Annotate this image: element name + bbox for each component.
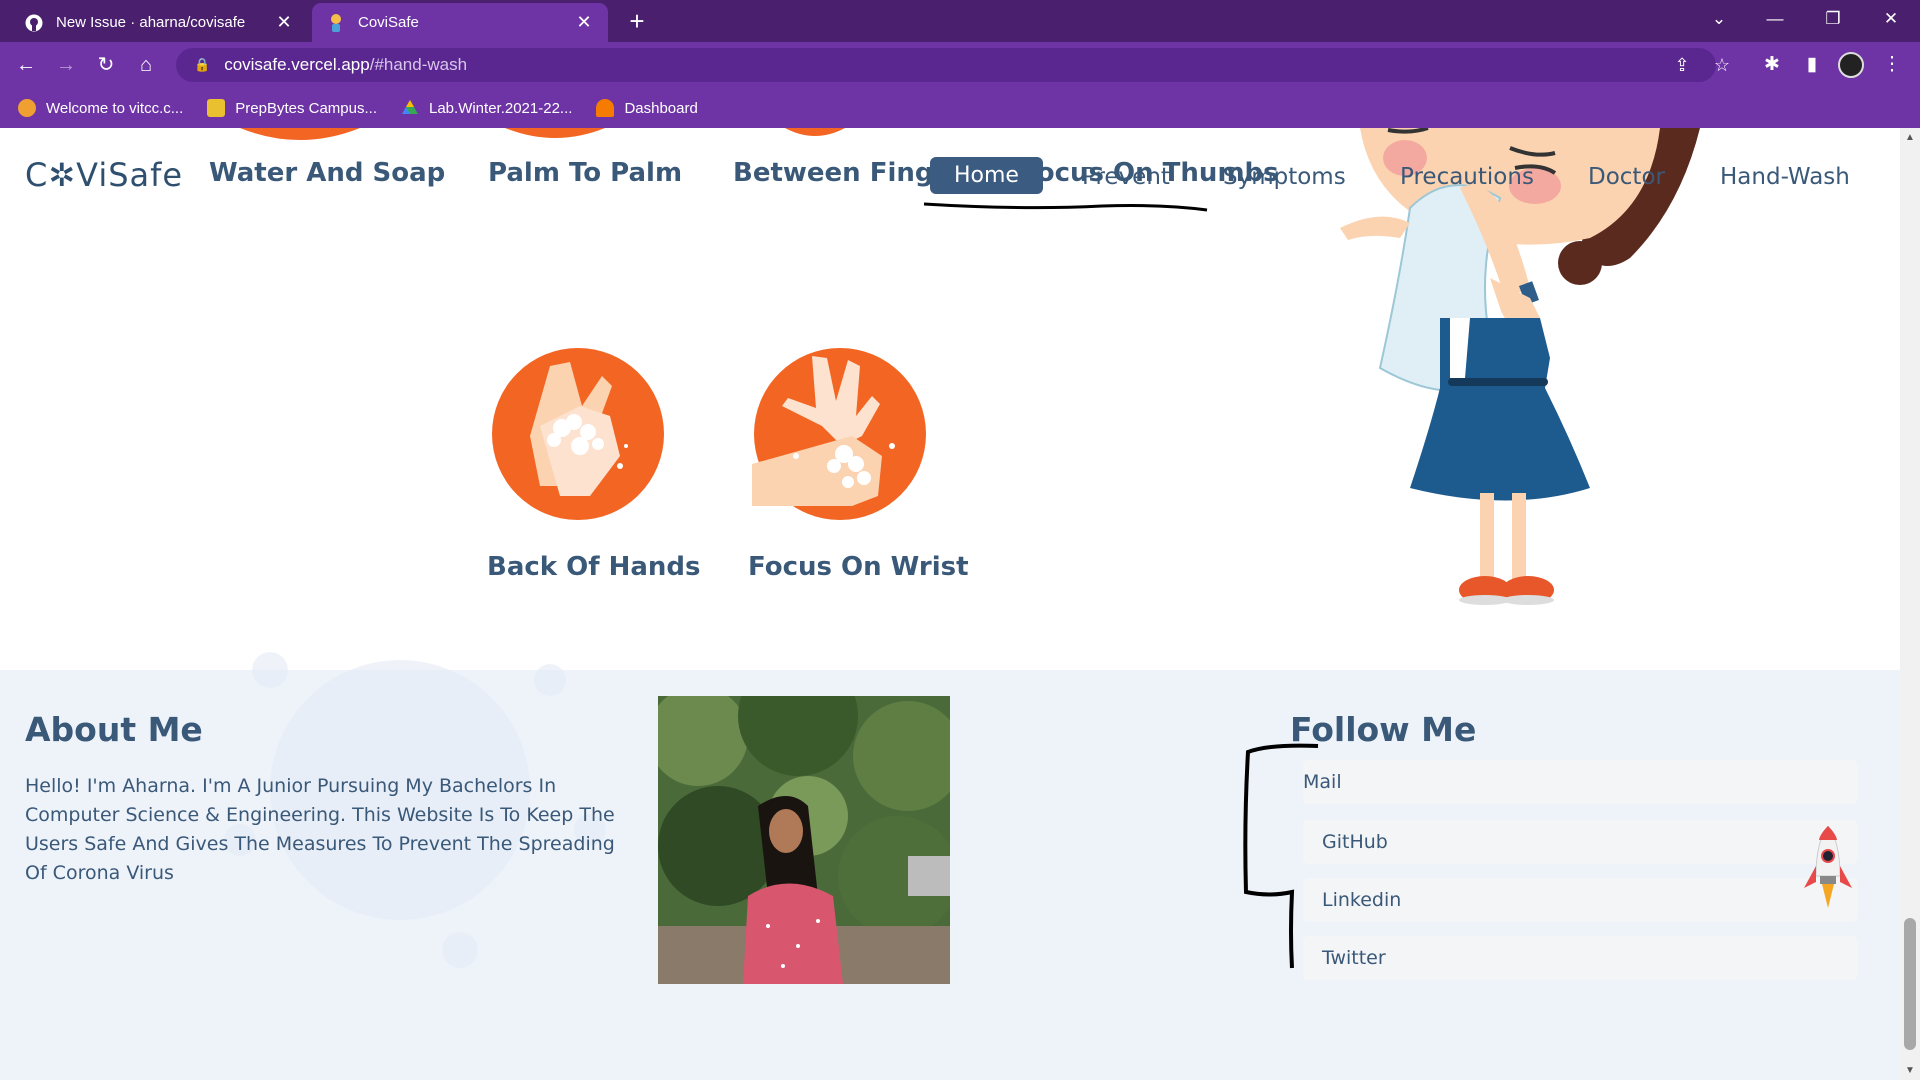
prepbytes-icon <box>207 99 226 117</box>
browser-tab-bar: New Issue · aharna/covisafe ✕ CoviSafe ✕… <box>0 0 1920 42</box>
follow-link-linkedin[interactable]: Linkedin <box>1303 878 1858 922</box>
nav-hand-wash[interactable]: Hand-Wash <box>1720 164 1850 190</box>
tab-new-issue[interactable]: New Issue · aharna/covisafe ✕ <box>10 3 308 42</box>
bookmark-vitcc[interactable]: Welcome to vitcc.c... <box>18 99 183 117</box>
menu-icon[interactable]: ⋮ <box>1876 49 1908 81</box>
tab-covisafe[interactable]: CoviSafe ✕ <box>312 3 608 42</box>
scroll-up-icon[interactable]: ▲ <box>1900 132 1920 143</box>
minimize-button[interactable]: — <box>1752 0 1798 40</box>
about-me-text: Hello! I'm Aharna. I'm A Junior Pursuing… <box>25 775 615 884</box>
bookmark-star-icon[interactable]: ☆ <box>1706 49 1738 81</box>
bookmark-dashboard[interactable]: Dashboard <box>596 99 698 117</box>
lock-icon: 🔒 <box>194 57 211 72</box>
close-window-button[interactable]: ✕ <box>1868 0 1914 40</box>
address-bar[interactable]: 🔒 covisafe.vercel.app/#hand-wash <box>176 48 1716 82</box>
bookmark-prepbytes[interactable]: PrepBytes Campus... <box>207 99 377 117</box>
dashboard-icon <box>596 99 615 117</box>
home-icon[interactable]: ⌂ <box>130 49 162 81</box>
follow-link-mail[interactable]: Mail <box>1303 760 1858 804</box>
bookmarks-bar: Welcome to vitcc.c... PrepBytes Campus..… <box>0 88 1920 128</box>
share-icon[interactable]: ⇪ <box>1666 49 1698 81</box>
nav-prevent[interactable]: Prevent <box>1082 164 1170 190</box>
restore-button[interactable]: ❐ <box>1810 0 1856 40</box>
page-viewport: Water And Soap Palm To Palm Between Fing… <box>0 128 1900 1080</box>
covisafe-favicon <box>326 13 346 33</box>
back-icon[interactable]: ← <box>10 49 42 81</box>
forward-icon[interactable]: → <box>50 49 82 81</box>
tab-title: CoviSafe <box>358 14 419 31</box>
scroll-down-icon[interactable]: ▼ <box>1900 1065 1920 1076</box>
vit-icon <box>18 99 36 117</box>
tab-search-icon[interactable]: ⌄ <box>1696 0 1742 40</box>
bracket-annotation <box>1243 743 1319 969</box>
back-of-hands-image <box>492 348 664 520</box>
nav-precautions[interactable]: Precautions <box>1400 164 1534 190</box>
profile-photo <box>658 696 950 984</box>
side-panel-icon[interactable]: ▮ <box>1796 49 1828 81</box>
close-tab-icon[interactable]: ✕ <box>574 12 594 33</box>
scrollbar-thumb[interactable] <box>1904 918 1916 1050</box>
close-tab-icon[interactable]: ✕ <box>274 12 294 33</box>
google-drive-icon <box>401 99 419 117</box>
step-label-focus-on-wrist: Focus On Wrist <box>748 552 969 582</box>
step-label-back-of-hands: Back Of Hands <box>487 552 701 582</box>
follow-link-github[interactable]: GitHub <box>1303 820 1858 864</box>
extensions-icon[interactable]: ✱ <box>1756 49 1788 81</box>
browser-toolbar: ← → ↻ ⌂ 🔒 covisafe.vercel.app/#hand-wash… <box>0 42 1920 88</box>
bookmark-lab-winter[interactable]: Lab.Winter.2021-22... <box>401 99 572 117</box>
focus-on-wrist-image <box>752 348 926 520</box>
profile-avatar[interactable] <box>1838 52 1864 78</box>
rocket-scroll-top-icon[interactable] <box>1800 826 1856 922</box>
url-text: covisafe.vercel.app/#hand-wash <box>224 55 468 74</box>
underline-annotation <box>923 202 1208 212</box>
page-scrollbar[interactable]: ▲ ▼ <box>1900 128 1920 1080</box>
reload-icon[interactable]: ↻ <box>90 49 122 81</box>
tab-title: New Issue · aharna/covisafe <box>56 14 246 31</box>
nav-home[interactable]: Home <box>930 157 1043 194</box>
github-icon <box>24 13 44 33</box>
new-tab-button[interactable]: + <box>622 6 652 36</box>
nav-doctor[interactable]: Doctor <box>1588 164 1665 190</box>
nav-symptoms[interactable]: Symptoms <box>1223 164 1346 190</box>
covisafe-logo[interactable]: C✲ViSafe <box>25 156 183 194</box>
follow-link-twitter[interactable]: Twitter <box>1303 936 1858 980</box>
site-footer: About Me Hello! I'm Aharna. I'm A Junior… <box>0 652 1900 1080</box>
about-me-title: About Me <box>25 710 203 749</box>
